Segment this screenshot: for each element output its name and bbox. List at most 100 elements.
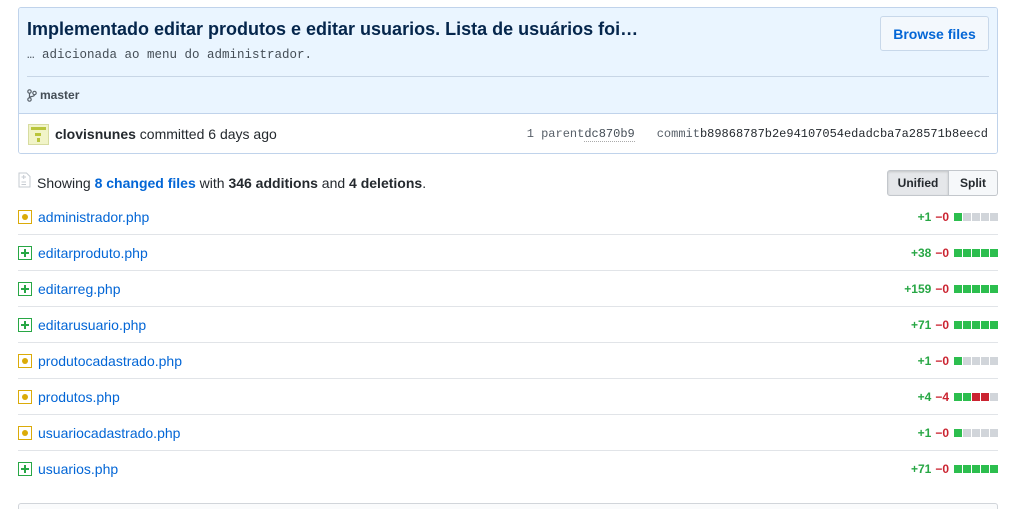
diffstat-block-neu [972, 429, 980, 437]
diffstat-block-add [954, 285, 962, 293]
diffstat-block-add [981, 321, 989, 329]
file-name-link[interactable]: usuariocadastrado.php [38, 425, 180, 441]
file-added-icon [18, 462, 32, 476]
avatar[interactable] [28, 124, 49, 145]
file-row[interactable]: editarusuario.php +71 −0 [18, 307, 998, 343]
file-modified-icon [18, 354, 32, 368]
showing-label: Showing [37, 175, 95, 191]
diffstat-block-add [963, 321, 971, 329]
deletions-count: 4 deletions [349, 175, 423, 191]
deletions-stat: −0 [935, 426, 949, 440]
changed-files-link[interactable]: 8 changed files [95, 175, 196, 191]
parent-label: 1 parent [526, 127, 585, 141]
deletions-stat: −0 [935, 318, 949, 332]
file-name-link[interactable]: editarreg.php [38, 281, 121, 297]
file-added-icon [18, 246, 32, 260]
diffstat-block-add [954, 213, 962, 221]
file-added-icon [18, 282, 32, 296]
diffstat-block-add [990, 285, 998, 293]
file-name-link[interactable]: usuarios.php [38, 461, 118, 477]
diffstat-block-add [981, 465, 989, 473]
additions-stat: +159 [904, 282, 932, 296]
branch-icon [27, 88, 37, 102]
commit-summary: Implementado editar produtos e editar us… [19, 8, 997, 113]
commit-description: … adicionada ao menu do administrador. [27, 48, 313, 62]
diffstat-block-add [990, 465, 998, 473]
diffstat-blocks [954, 465, 998, 473]
commit-header: Implementado editar produtos e editar us… [18, 7, 998, 154]
commit-title: Implementado editar produtos e editar us… [27, 19, 639, 39]
diffstat-block-add [972, 249, 980, 257]
file-name-link[interactable]: produtos.php [38, 389, 120, 405]
diffstat-blocks [954, 213, 998, 221]
deletions-stat: −0 [935, 282, 949, 296]
diffstat-block-add [972, 465, 980, 473]
file-modified-icon [18, 426, 32, 440]
file-row[interactable]: produtos.php +4 −4 [18, 379, 998, 415]
additions-stat: +71 [910, 462, 932, 476]
diffstat-block-add [954, 249, 962, 257]
file-name-link[interactable]: editarusuario.php [38, 317, 146, 333]
diffstat-block-add [981, 285, 989, 293]
diffstat-block-add [981, 249, 989, 257]
deletions-stat: −0 [935, 462, 949, 476]
diffstat-block-add [963, 465, 971, 473]
file-row[interactable]: usuariocadastrado.php +1 −0 [18, 415, 998, 451]
commit-author-line: clovisnunes committed 6 days ago [55, 126, 277, 142]
commit-sha-area: 1 parent dc870b9 commit b89868787b2e9410… [527, 127, 988, 142]
diffstat-block-add [954, 429, 962, 437]
additions-stat: +1 [917, 354, 932, 368]
diffstat-block-add [990, 321, 998, 329]
diffstat-block-neu [990, 357, 998, 365]
commit-meta: clovisnunes committed 6 days ago 1 paren… [19, 113, 997, 153]
diffstat-block-add [972, 285, 980, 293]
file-row[interactable]: editarreg.php +159 −0 [18, 271, 998, 307]
file-name-link[interactable]: administrador.php [38, 209, 149, 225]
diffstat-block-neu [990, 213, 998, 221]
deletions-stat: −0 [935, 246, 949, 260]
additions-stat: +1 [917, 426, 932, 440]
divider [27, 76, 989, 77]
file-row[interactable]: editarproduto.php +38 −0 [18, 235, 998, 271]
author-name[interactable]: clovisnunes [55, 126, 136, 142]
diffstat-block-neu [981, 357, 989, 365]
diff-summary-text: Showing 8 changed files with 346 additio… [37, 175, 426, 191]
deletions-stat: −0 [935, 210, 949, 224]
diff-summary-bar: Showing 8 changed files with 346 additio… [18, 170, 998, 198]
and-label: and [317, 175, 350, 191]
diff-stats: +71 −0 [911, 318, 998, 332]
diff-stats: +1 −0 [918, 354, 998, 368]
file-modified-icon [18, 390, 32, 404]
file-name-link[interactable]: editarproduto.php [38, 245, 148, 261]
additions-stat: +4 [917, 390, 932, 404]
diffstat-block-add [972, 321, 980, 329]
unified-button[interactable]: Unified [887, 170, 949, 196]
diffstat-blocks [954, 249, 998, 257]
diffstat-block-neu [963, 429, 971, 437]
diffstat-block-neu [972, 213, 980, 221]
period: . [422, 175, 427, 191]
file-row[interactable]: administrador.php +1 −0 [18, 199, 998, 235]
diffstat-block-add [963, 393, 971, 401]
diffstat-block-neu [963, 213, 971, 221]
diffstat-block-add [954, 465, 962, 473]
branch-label[interactable]: master [27, 88, 79, 102]
branch-name: master [40, 88, 80, 102]
diffstat-block-neu [981, 213, 989, 221]
diff-stats: +1 −0 [918, 210, 998, 224]
deletions-stat: −4 [935, 390, 949, 404]
file-modified-icon [18, 210, 32, 224]
commit-sha: b89868787b2e94107054edadcba7a28571b8eecd [699, 127, 988, 141]
diffstat-blocks [954, 285, 998, 293]
file-name-link[interactable]: produtocadastrado.php [38, 353, 182, 369]
file-row[interactable]: produtocadastrado.php +1 −0 [18, 343, 998, 379]
browse-files-button[interactable]: Browse files [880, 16, 989, 51]
parent-sha-link[interactable]: dc870b9 [584, 127, 635, 142]
diffstat-block-del [972, 393, 980, 401]
file-row[interactable]: usuarios.php +71 −0 [18, 451, 998, 487]
diff-stats: +4 −4 [918, 390, 998, 404]
split-button[interactable]: Split [949, 170, 998, 196]
additions-count: 346 additions [228, 175, 318, 191]
commit-label: commit [656, 127, 700, 141]
deletions-stat: −0 [935, 354, 949, 368]
